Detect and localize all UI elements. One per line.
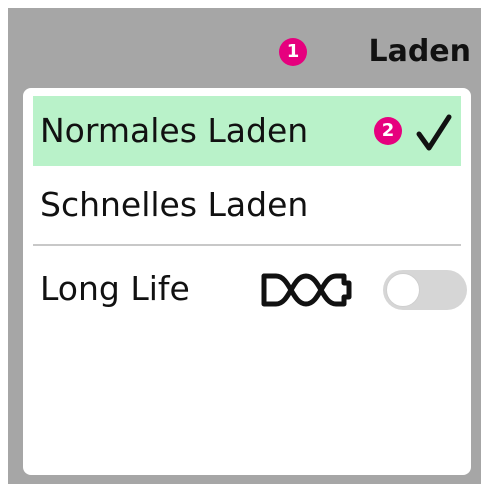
menu-title: Laden — [368, 34, 471, 69]
option-fast-charging-label: Schnelles Laden — [40, 185, 309, 224]
option-normal-charging-label: Normales Laden — [40, 111, 309, 150]
step-badge-2: 2 — [374, 117, 402, 145]
toggle-knob — [386, 273, 420, 307]
step-badge-1: 1 — [279, 38, 307, 66]
checkmark-icon — [416, 114, 452, 151]
divider — [33, 244, 461, 246]
option-long-life[interactable]: Long Life — [33, 254, 467, 324]
option-long-life-label: Long Life — [40, 269, 190, 308]
long-life-toggle[interactable] — [383, 270, 467, 310]
option-fast-charging[interactable]: Schnelles Laden — [33, 170, 461, 240]
charging-menu-frame: 1 Laden Normales Laden 2 Schnelles Laden… — [8, 8, 481, 484]
option-normal-charging[interactable]: Normales Laden 2 — [33, 96, 461, 166]
options-panel: Normales Laden 2 Schnelles Laden Long Li… — [23, 88, 471, 475]
menu-header: 1 Laden — [8, 8, 481, 86]
battery-loop-icon — [261, 273, 352, 307]
